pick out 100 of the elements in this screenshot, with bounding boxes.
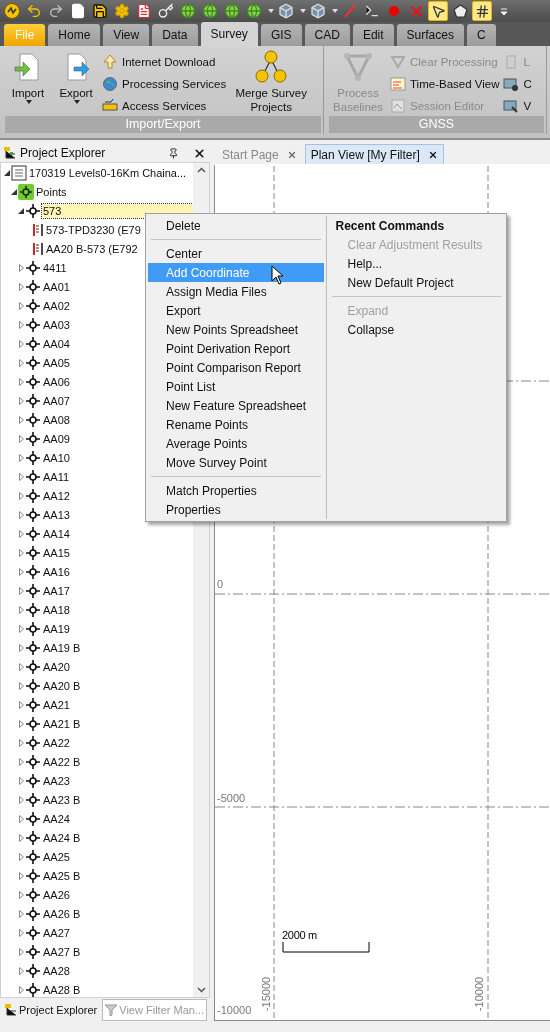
tree-item[interactable]: AA06 bbox=[42, 374, 71, 389]
tree-item[interactable]: AA15 bbox=[42, 545, 71, 560]
ribbon-button[interactable]: Internet Download bbox=[102, 52, 227, 71]
collapsed-arrow-icon[interactable] bbox=[18, 852, 24, 861]
tree-item[interactable]: AA12 bbox=[42, 488, 71, 503]
tree-item[interactable]: AA28 bbox=[42, 963, 71, 978]
collapsed-arrow-icon[interactable] bbox=[18, 643, 24, 652]
pin-icon[interactable] bbox=[168, 147, 179, 159]
cube-icon[interactable] bbox=[308, 1, 328, 21]
collapsed-arrow-icon[interactable] bbox=[18, 301, 24, 310]
collapsed-arrow-icon[interactable] bbox=[18, 586, 24, 595]
tree-item[interactable]: AA26 bbox=[42, 887, 71, 902]
globe-icon[interactable] bbox=[222, 1, 242, 21]
tree-item[interactable]: AA22 bbox=[42, 735, 71, 750]
menu-item[interactable]: Help... bbox=[328, 254, 504, 273]
pointer-icon[interactable] bbox=[428, 1, 448, 21]
tree-item[interactable]: AA27 B bbox=[42, 944, 82, 959]
tree-item[interactable]: AA18 bbox=[42, 602, 71, 617]
collapsed-arrow-icon[interactable] bbox=[18, 738, 24, 747]
dropdown-caret-icon[interactable] bbox=[26, 100, 32, 104]
collapsed-arrow-icon[interactable] bbox=[18, 833, 24, 842]
collapsed-arrow-icon[interactable] bbox=[18, 567, 24, 576]
scroll-up-icon[interactable] bbox=[196, 167, 206, 173]
collapsed-arrow-icon[interactable] bbox=[18, 548, 24, 557]
collapsed-arrow-icon[interactable] bbox=[18, 472, 24, 481]
ribbon-tab[interactable]: Surfaces bbox=[396, 24, 464, 46]
tree-item[interactable]: AA03 bbox=[42, 317, 71, 332]
tree-item[interactable]: AA01 bbox=[42, 279, 71, 294]
collapsed-arrow-icon[interactable] bbox=[18, 282, 24, 291]
collapsed-arrow-icon[interactable] bbox=[18, 396, 24, 405]
tree-item[interactable]: AA20 B-573 (E792 bbox=[45, 241, 139, 256]
tree-item[interactable]: AA24 B bbox=[42, 830, 82, 845]
tree-item[interactable]: AA11 bbox=[42, 469, 71, 484]
tree-item[interactable]: AA14 bbox=[42, 526, 71, 541]
collapsed-arrow-icon[interactable] bbox=[18, 814, 24, 823]
collapsed-arrow-icon[interactable] bbox=[18, 662, 24, 671]
ribbon-button[interactable]: C bbox=[503, 74, 532, 93]
close-icon[interactable] bbox=[427, 149, 438, 160]
ribbon-button[interactable]: Processing Services bbox=[102, 74, 227, 93]
collapsed-arrow-icon[interactable] bbox=[18, 947, 24, 956]
tree-item[interactable]: AA21 bbox=[42, 697, 71, 712]
collapsed-arrow-icon[interactable] bbox=[18, 377, 24, 386]
tree-item[interactable]: AA07 bbox=[42, 393, 71, 408]
tree-item[interactable]: AA04 bbox=[42, 336, 71, 351]
tree-item[interactable]: AA20 B bbox=[42, 678, 82, 693]
collapsed-arrow-icon[interactable] bbox=[18, 681, 24, 690]
collapsed-arrow-icon[interactable] bbox=[18, 605, 24, 614]
collapsed-arrow-icon[interactable] bbox=[18, 700, 24, 709]
expanded-arrow-icon[interactable] bbox=[4, 169, 10, 176]
collapsed-arrow-icon[interactable] bbox=[18, 928, 24, 937]
tree-item[interactable]: Points bbox=[35, 184, 68, 199]
ribbon-button[interactable]: Merge Survey Projects bbox=[230, 48, 313, 114]
close-icon[interactable] bbox=[193, 146, 206, 160]
ribbon-button[interactable]: Export bbox=[54, 48, 98, 104]
tree-item[interactable]: AA28 B bbox=[42, 982, 82, 997]
settings-icon[interactable] bbox=[112, 1, 132, 21]
collapsed-arrow-icon[interactable] bbox=[18, 624, 24, 633]
collapsed-arrow-icon[interactable] bbox=[18, 358, 24, 367]
tree-item[interactable]: AA23 bbox=[42, 773, 71, 788]
globe-icon[interactable] bbox=[178, 1, 198, 21]
tree-item[interactable]: AA17 bbox=[42, 583, 71, 598]
globe-icon[interactable] bbox=[200, 1, 220, 21]
collapsed-arrow-icon[interactable] bbox=[18, 339, 24, 348]
collapsed-arrow-icon[interactable] bbox=[18, 491, 24, 500]
ribbon-tab[interactable]: GIS bbox=[260, 24, 302, 46]
expanded-arrow-icon[interactable] bbox=[11, 188, 17, 195]
collapsed-arrow-icon[interactable] bbox=[18, 909, 24, 918]
tree-item[interactable]: AA26 B bbox=[42, 906, 82, 921]
tree-item[interactable]: AA08 bbox=[42, 412, 71, 427]
tree-item[interactable]: AA23 B bbox=[42, 792, 82, 807]
logo-icon[interactable] bbox=[2, 1, 22, 21]
tree-item[interactable]: AA19 bbox=[42, 621, 71, 636]
ribbon-button[interactable]: Access Services bbox=[102, 96, 227, 115]
tree-item[interactable]: AA22 B bbox=[42, 754, 82, 769]
tree-item[interactable]: 4411 bbox=[42, 260, 68, 275]
ribbon-tab[interactable]: Home bbox=[48, 24, 101, 46]
ribbon-tab[interactable]: Data bbox=[152, 24, 198, 46]
tree-item[interactable]: AA02 bbox=[42, 298, 71, 313]
collapsed-arrow-icon[interactable] bbox=[18, 434, 24, 443]
ribbon-button[interactable]: Import bbox=[6, 48, 50, 104]
collapsed-arrow-icon[interactable] bbox=[18, 890, 24, 899]
globe-icon[interactable] bbox=[244, 1, 264, 21]
collapsed-arrow-icon[interactable] bbox=[18, 795, 24, 804]
document-tab[interactable]: Plan View [My Filter] bbox=[304, 144, 444, 164]
tree-item[interactable]: AA05 bbox=[42, 355, 71, 370]
ribbon-tab[interactable]: CAD bbox=[304, 24, 350, 46]
collapsed-arrow-icon[interactable] bbox=[18, 529, 24, 538]
tree-item[interactable]: 170319 Levels0-16Km Chaina... bbox=[28, 165, 188, 180]
tree-item[interactable]: AA10 bbox=[42, 450, 71, 465]
key-icon[interactable] bbox=[156, 1, 176, 21]
menu-item[interactable]: Collapse bbox=[328, 320, 504, 339]
collapsed-arrow-icon[interactable] bbox=[18, 776, 24, 785]
tree-item[interactable]: AA27 bbox=[42, 925, 71, 940]
tree-item[interactable]: AA16 bbox=[42, 564, 71, 579]
collapsed-arrow-icon[interactable] bbox=[18, 719, 24, 728]
collapsed-arrow-icon[interactable] bbox=[18, 453, 24, 462]
collapsed-arrow-icon[interactable] bbox=[18, 757, 24, 766]
collapsed-arrow-icon[interactable] bbox=[18, 871, 24, 880]
menu-item[interactable]: New Default Project bbox=[328, 273, 504, 292]
ribbon-tab[interactable]: Survey bbox=[200, 22, 258, 46]
